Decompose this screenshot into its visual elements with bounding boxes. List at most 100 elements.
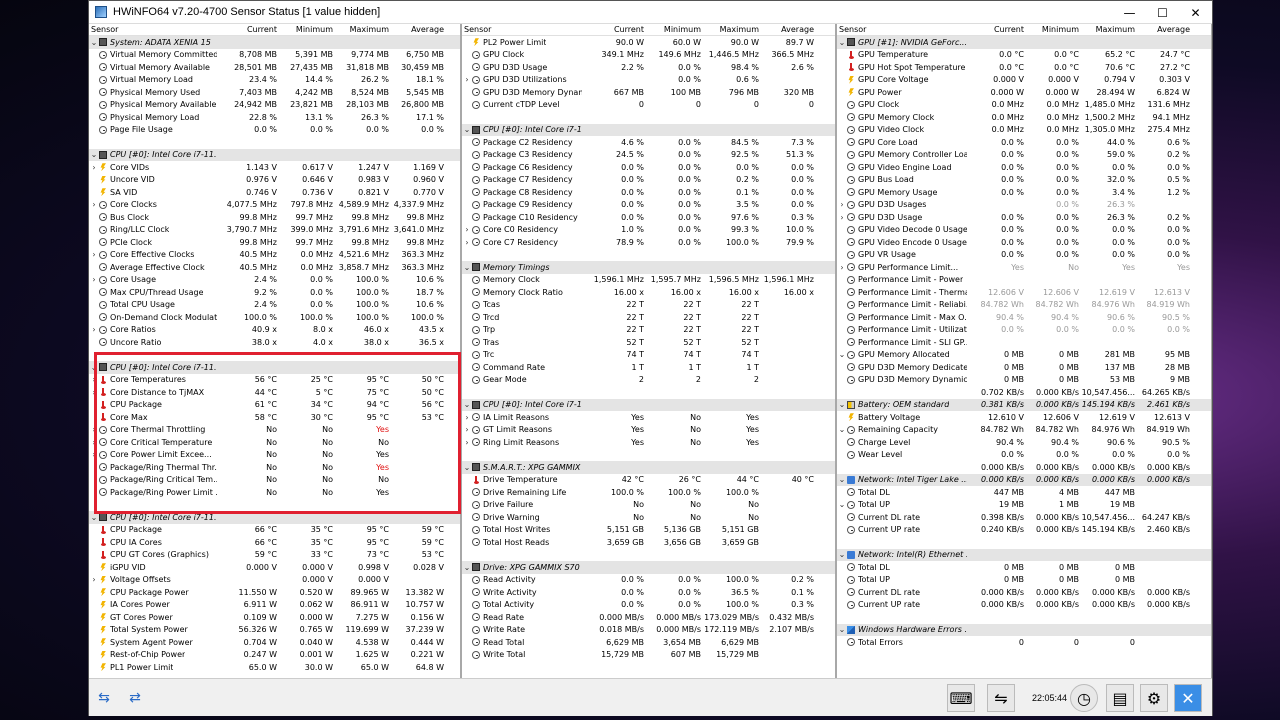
expand-chevron-icon[interactable]: › [837,263,847,272]
column-header-current[interactable]: Current [967,25,1024,34]
sensor-row[interactable]: GPU Video Decode 0 Usage 0.0 % 0.0 % 0.0 % 0… [837,224,1211,237]
sensor-row[interactable]: › Core Power Limit Excee... No No Yes [89,449,460,462]
expand-chevron-icon[interactable]: › [462,438,472,447]
clock-icon[interactable]: ◷ [1070,684,1098,712]
column-header[interactable]: Sensor Current Minimum Maximum Average [89,24,460,36]
collapse-chevron-icon[interactable]: ⌄ [462,125,472,134]
expand-chevron-icon[interactable]: › [89,438,99,447]
sensor-row[interactable]: Virtual Memory Load 23.4 % 14.4 % 26.2 % 18.… [89,74,460,87]
report-icon[interactable]: ▤ [1106,684,1134,712]
collapse-chevron-icon[interactable]: ⌄ [837,425,847,434]
sensor-row[interactable]: Performance Limit - Max O... 90.4 % 90.4 %… [837,311,1211,324]
sensor-row[interactable]: › Core C7 Residency 78.9 % 0.0 % 100.0 % 79.9… [462,236,835,249]
sensor-row[interactable]: Performance Limit - Reliabi... 84.782 Wh 8… [837,299,1211,312]
sensor-group-header[interactable]: ⌄ CPU [#0]: Intel Core i7-1... [462,123,835,136]
sensor-row[interactable]: Current DL rate 0.000 KB/s 0.000 KB/s 0.000… [837,586,1211,599]
maximize-button[interactable]: ☐ [1146,1,1179,24]
sensor-row[interactable]: Package/Ring Thermal Thr... No No Yes [89,461,460,474]
sensor-row[interactable]: CPU GT Cores (Graphics) 59 °C 33 °C 73 °C 53… [89,549,460,562]
expand-chevron-icon[interactable]: › [837,213,847,222]
sensor-row[interactable]: › Core Effective Clocks 40.5 MHz 0.0 MHz 4,5… [89,249,460,262]
sensor-panel-right[interactable]: Sensor Current Minimum Maximum Average ⌄ GPU [… [837,24,1212,678]
sensor-group-header[interactable]: ⌄ Network: Intel(R) Ethernet ... [837,548,1211,561]
column-header-maximum[interactable]: Maximum [701,25,759,34]
sensor-row[interactable]: Package C8 Residency 0.0 % 0.0 % 0.1 % 0.0 % [462,186,835,199]
sensor-row[interactable]: › Core Critical Temperature No No No [89,436,460,449]
sensor-row[interactable]: GPU Clock 349.1 MHz 149.6 MHz 1,446.5 MHz 36… [462,49,835,62]
sensor-group-header[interactable]: ⌄ System: ADATA XENIA 15 [89,36,460,49]
expand-chevron-icon[interactable]: › [89,375,99,384]
sensor-row[interactable]: › Core Thermal Throttling No No Yes [89,424,460,437]
sensor-group-header[interactable]: ⌄ Drive: XPG GAMMIX S70 (... [462,561,835,574]
column-header-minimum[interactable]: Minimum [1024,25,1079,34]
sensor-row[interactable]: › GPU D3D Utilizations 0.0 % 0.6 % [462,74,835,87]
sensor-row[interactable]: Battery Voltage 12.610 V 12.606 V 12.619 V 1… [837,411,1211,424]
sensor-row[interactable]: CPU Package 61 °C 34 °C 94 °C 56 °C [89,399,460,412]
sensor-row[interactable]: Total System Power 56.326 W 0.765 W 119.699… [89,624,460,637]
sensor-row[interactable]: Package C10 Residency 0.0 % 0.0 % 97.6 % 0.3… [462,211,835,224]
sensor-row[interactable]: SA VID 0.746 V 0.736 V 0.821 V 0.770 V [89,186,460,199]
minimize-button[interactable]: — [1113,1,1146,24]
sync-icon[interactable]: ⇋ [987,684,1015,712]
sensor-row[interactable]: › Voltage Offsets 0.000 V 0.000 V [89,574,460,587]
column-header-maximum[interactable]: Maximum [333,25,389,34]
sensor-row[interactable]: GPU Hot Spot Temperature 0.0 °C 0.0 °C 70.6… [837,61,1211,74]
sensor-row[interactable]: 0.000 KB/s 0.000 KB/s 0.000 KB/s 0.000 KB/s [837,461,1211,474]
collapse-chevron-icon[interactable]: ⌄ [837,550,847,559]
sensor-row[interactable]: › GPU Performance Limit... Yes No Yes Yes [837,261,1211,274]
sensor-row[interactable]: Package C2 Residency 4.6 % 0.0 % 84.5 % 7.3 … [462,136,835,149]
sensor-row[interactable]: GPU Memory Clock 0.0 MHz 0.0 MHz 1,500.2 MH… [837,111,1211,124]
sensor-row[interactable]: Performance Limit - Utilizat... 0.0 % 0.0 … [837,324,1211,337]
collapse-chevron-icon[interactable]: ⌄ [837,625,847,634]
sensor-row[interactable]: Memory Clock Ratio 16.00 x 16.00 x 16.00 x 1… [462,286,835,299]
sensor-row[interactable]: Page File Usage 0.0 % 0.0 % 0.0 % 0.0 % [89,124,460,137]
collapse-chevron-icon[interactable]: ⌄ [837,475,847,484]
sensor-row[interactable]: CPU Package Power 11.550 W 0.520 W 89.965 W… [89,586,460,599]
sensor-row[interactable]: Tras 52 T 52 T 52 T [462,336,835,349]
sensor-group-header[interactable]: ⌄ CPU [#0]: Intel Core i7-11... [89,361,460,374]
expand-chevron-icon[interactable]: › [462,75,472,84]
column-header-average[interactable]: Average [1135,25,1190,34]
close-app-icon[interactable]: ✕ [1174,684,1202,712]
sensor-row[interactable]: Current cTDP Level 0 0 0 0 [462,99,835,112]
sensor-row[interactable]: Tcas 22 T 22 T 22 T [462,299,835,312]
sensor-row[interactable]: Max CPU/Thread Usage 9.2 % 0.0 % 100.0 % 18.… [89,286,460,299]
column-header-average[interactable]: Average [389,25,444,34]
sensor-row[interactable]: GPU Clock 0.0 MHz 0.0 MHz 1,485.0 MHz 131.6 … [837,99,1211,112]
sensor-row[interactable]: Read Rate 0.000 MB/s 0.000 MB/s 173.029 MB/… [462,611,835,624]
sensor-row[interactable]: On-Demand Clock Modulat... 100.0 % 100.0 %… [89,311,460,324]
expand-chevron-icon[interactable]: › [89,425,99,434]
sensor-row[interactable]: Physical Memory Used 7,403 MB 4,242 MB 8,52… [89,86,460,99]
sensor-row[interactable]: CPU Package 66 °C 35 °C 95 °C 59 °C [89,524,460,537]
sensor-row[interactable]: › Core VIDs 1.143 V 0.617 V 1.247 V 1.169 V [89,161,460,174]
nav-right-icon[interactable]: ⇄ [122,690,148,706]
sensor-row[interactable]: Total Host Reads 3,659 GB 3,656 GB 3,659 GB [462,536,835,549]
sensor-row[interactable]: Total DL 447 MB 4 MB 447 MB [837,486,1211,499]
title-bar[interactable]: HWiNFO64 v7.20-4700 Sensor Status [1 val… [89,1,1212,24]
sensor-row[interactable]: Average Effective Clock 40.5 MHz 0.0 MHz 3,… [89,261,460,274]
sensor-row[interactable]: › GPU D3D Usage 0.0 % 0.0 % 26.3 % 0.2 % [837,211,1211,224]
collapse-chevron-icon[interactable]: ⌄ [837,38,847,47]
sensor-row[interactable]: GPU Video Engine Load 0.0 % 0.0 % 0.0 % 0.0 … [837,161,1211,174]
sensor-row[interactable]: › Ring Limit Reasons Yes No Yes [462,436,835,449]
sensor-row[interactable]: Package C6 Residency 0.0 % 0.0 % 0.0 % 0.0 % [462,161,835,174]
column-header-sensor[interactable]: Sensor [89,25,217,34]
sensor-row[interactable]: Total Errors 0 0 0 [837,636,1211,649]
sensor-row[interactable]: 0.702 KB/s 0.000 KB/s 10,547.456... 64.265 … [837,386,1211,399]
expand-chevron-icon[interactable]: › [89,450,99,459]
sensor-row[interactable]: Package/Ring Power Limit ... No No Yes [89,486,460,499]
sensor-row[interactable]: Performance Limit - SLI GP... [837,336,1211,349]
sensor-row[interactable]: ⌄ Total UP 19 MB 1 MB 19 MB [837,499,1211,512]
sensor-group-header[interactable]: ⌄ S.M.A.R.T.: XPG GAMMIX ... [462,461,835,474]
column-header-sensor[interactable]: Sensor [837,25,967,34]
sensor-group-header[interactable]: ⌄ Memory Timings [462,261,835,274]
sensor-row[interactable]: Uncore VID 0.976 V 0.646 V 0.983 V 0.960 V [89,174,460,187]
sensor-row[interactable]: Physical Memory Available 24,942 MB 23,821… [89,99,460,112]
sensor-panel-left[interactable]: Sensor Current Minimum Maximum Average ⌄ Syste… [89,24,462,678]
sensor-row[interactable]: GPU D3D Memory Dynamic 667 MB 100 MB 796 MB… [462,86,835,99]
sensor-row[interactable]: › Core Clocks 4,077.5 MHz 797.8 MHz 4,589.9 … [89,199,460,212]
sensor-row[interactable]: Total DL 0 MB 0 MB 0 MB [837,561,1211,574]
sensor-row[interactable]: Package C9 Residency 0.0 % 0.0 % 3.5 % 0.0 % [462,199,835,212]
sensor-row[interactable]: iGPU VID 0.000 V 0.000 V 0.998 V 0.028 V [89,561,460,574]
sensor-row[interactable]: PCIe Clock 99.8 MHz 99.7 MHz 99.8 MHz 99.8 M… [89,236,460,249]
